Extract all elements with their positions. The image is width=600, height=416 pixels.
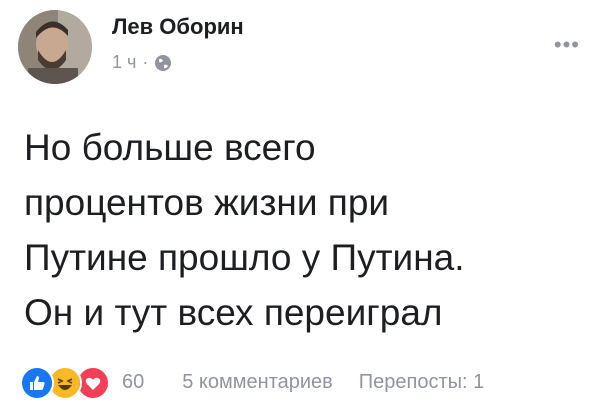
comments-link[interactable]: 5 комментариев — [182, 371, 333, 394]
post-line: Но больше всего — [24, 127, 316, 168]
meta-separator: · — [142, 52, 149, 72]
post-line: Он и тут всех переиграл — [24, 292, 443, 333]
avatar-image — [18, 10, 92, 84]
shares-link[interactable]: Перепосты: 1 — [359, 371, 484, 394]
post-time[interactable]: 1 ч — [112, 52, 136, 73]
more-options-icon[interactable]: ••• — [554, 34, 580, 56]
like-icon — [20, 366, 54, 400]
post-meta: 1 ч · — [112, 52, 172, 73]
post-line: Путине прошло у Путина. — [24, 237, 465, 278]
post-line: процентов жизни при — [24, 182, 390, 223]
reaction-count[interactable]: 60 — [122, 371, 144, 394]
reactions[interactable] — [20, 366, 116, 400]
globe-icon[interactable] — [154, 54, 172, 72]
post-header: Лев Оборин 1 ч · ••• — [18, 10, 582, 90]
post-footer: 60 5 комментариев Перепосты: 1 — [20, 364, 582, 400]
avatar[interactable] — [18, 10, 92, 84]
author-name[interactable]: Лев Оборин — [112, 14, 244, 40]
post-text: Но больше всего процентов жизни при Пути… — [24, 120, 584, 340]
